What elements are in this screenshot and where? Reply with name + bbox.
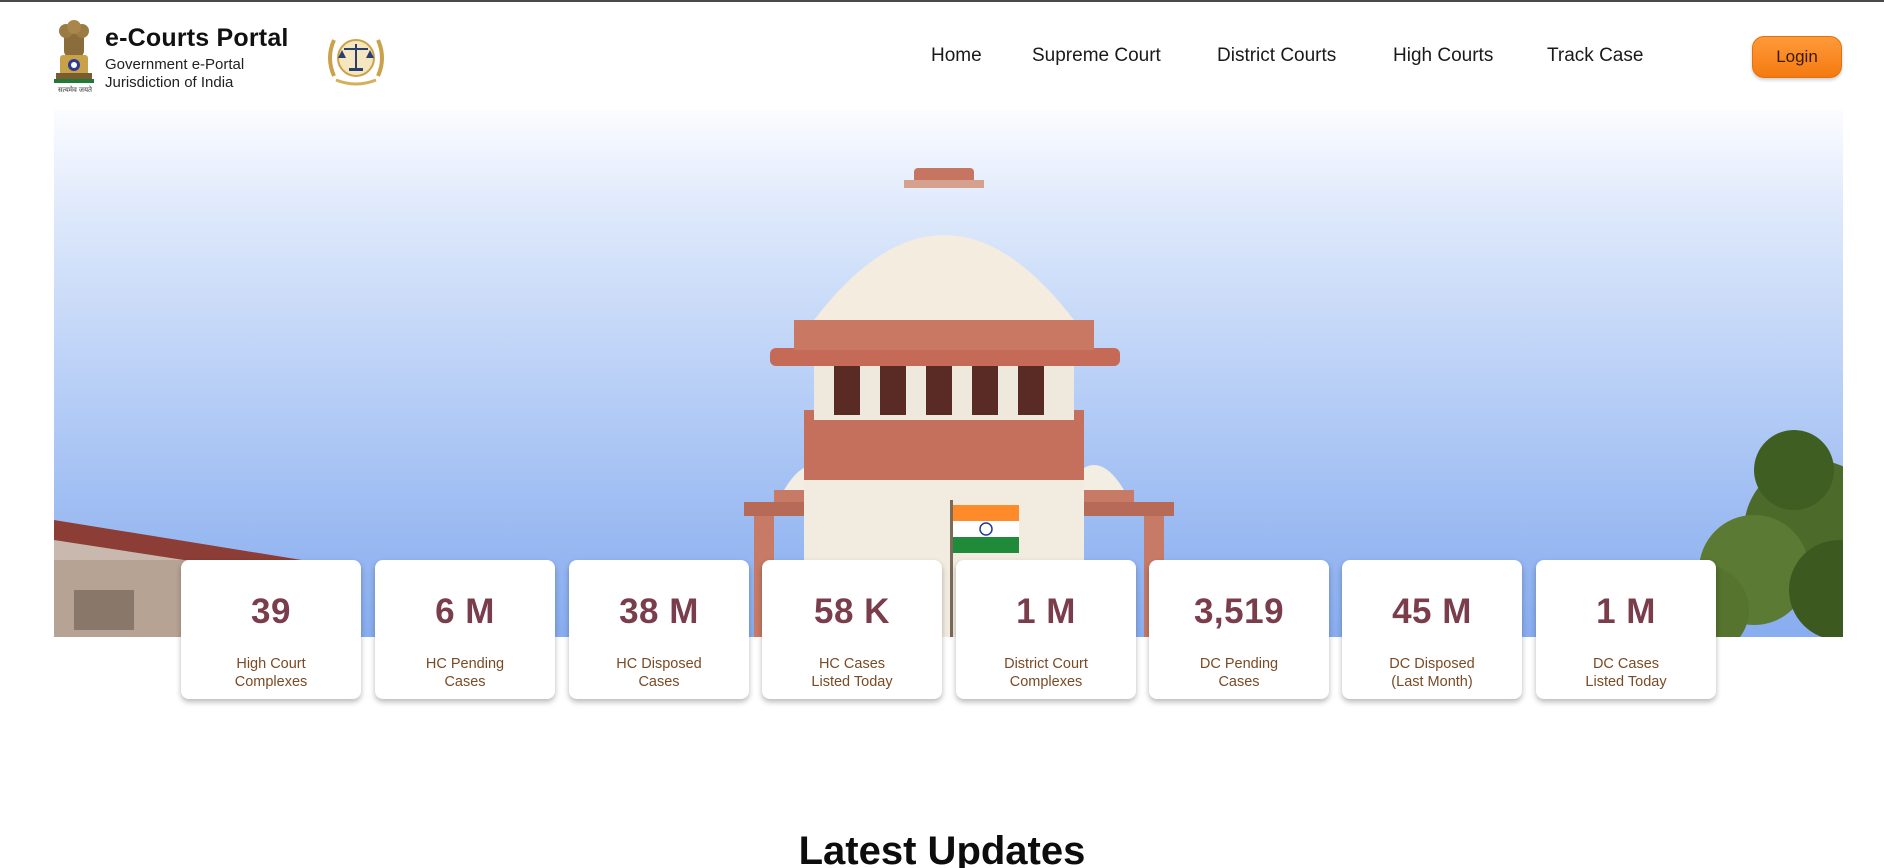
stat-label: HC Disposed Cases [616,656,702,690]
stat-label: DC Pending Cases [1199,656,1279,690]
stat-label: DC Cases Listed Today [1585,656,1667,690]
stat-card-hc-disposed[interactable]: 38 M HC Disposed Cases [569,560,749,699]
stats-row: 39 High Court Complexes 6 M HC Pending C… [181,560,1717,700]
emblem-caption: सत्यमेव जयते [57,87,93,94]
stat-value: 38 M [619,592,699,631]
stat-card-dc-complexes[interactable]: 1 M District Court Complexes [956,560,1136,699]
stat-label: High Court Complexes [234,656,308,690]
stat-value: 1 M [1596,592,1656,631]
stat-label: DC Disposed (Last Month) [1389,656,1475,690]
nav-supreme-court[interactable]: Supreme Court [1032,45,1161,67]
nav-home[interactable]: Home [931,45,982,67]
stat-card-hc-listed-today[interactable]: 58 K HC Cases Listed Today [762,560,942,699]
stat-label: HC Pending Cases [425,656,505,690]
site-subtitle-line2: Jurisdiction of India [105,74,234,91]
stat-card-hc-pending[interactable]: 6 M HC Pending Cases [375,560,555,699]
justice-scales-seal-icon [328,39,384,86]
site-header: सत्यमेव जयते e-Courts Portal Government … [0,2,1884,108]
nav-track-case[interactable]: Track Case [1547,45,1643,67]
nav-high-courts[interactable]: High Courts [1393,45,1493,67]
hero-banner [54,110,1843,637]
stat-card-dc-listed-today[interactable]: 1 M DC Cases Listed Today [1536,560,1716,699]
supreme-court-building-image [54,168,1843,637]
latest-updates-heading: Latest Updates [798,829,1086,868]
stat-card-dc-disposed[interactable]: 45 M DC Disposed (Last Month) [1342,560,1522,699]
stat-value: 39 [251,592,291,631]
stat-value: 3,519 [1193,592,1285,631]
site-title[interactable]: e-Courts Portal [105,24,289,53]
stat-card-hc-complexes[interactable]: 39 High Court Complexes [181,560,361,699]
stat-card-dc-pending[interactable]: 3,519 DC Pending Cases [1149,560,1329,699]
stat-value: 58 K [814,592,890,631]
nav-district-courts[interactable]: District Courts [1217,45,1336,67]
stat-value: 6 M [435,592,495,631]
site-subtitle: Government e-Portal Jurisdiction of Indi… [105,56,244,92]
login-button[interactable]: Login [1752,36,1842,78]
stat-value: 1 M [1016,592,1076,631]
stat-label: HC Cases Listed Today [811,656,893,690]
stat-value: 45 M [1392,592,1472,631]
stat-label: District Court Complexes [1004,656,1088,690]
site-subtitle-line1: Government e-Portal [105,56,245,73]
